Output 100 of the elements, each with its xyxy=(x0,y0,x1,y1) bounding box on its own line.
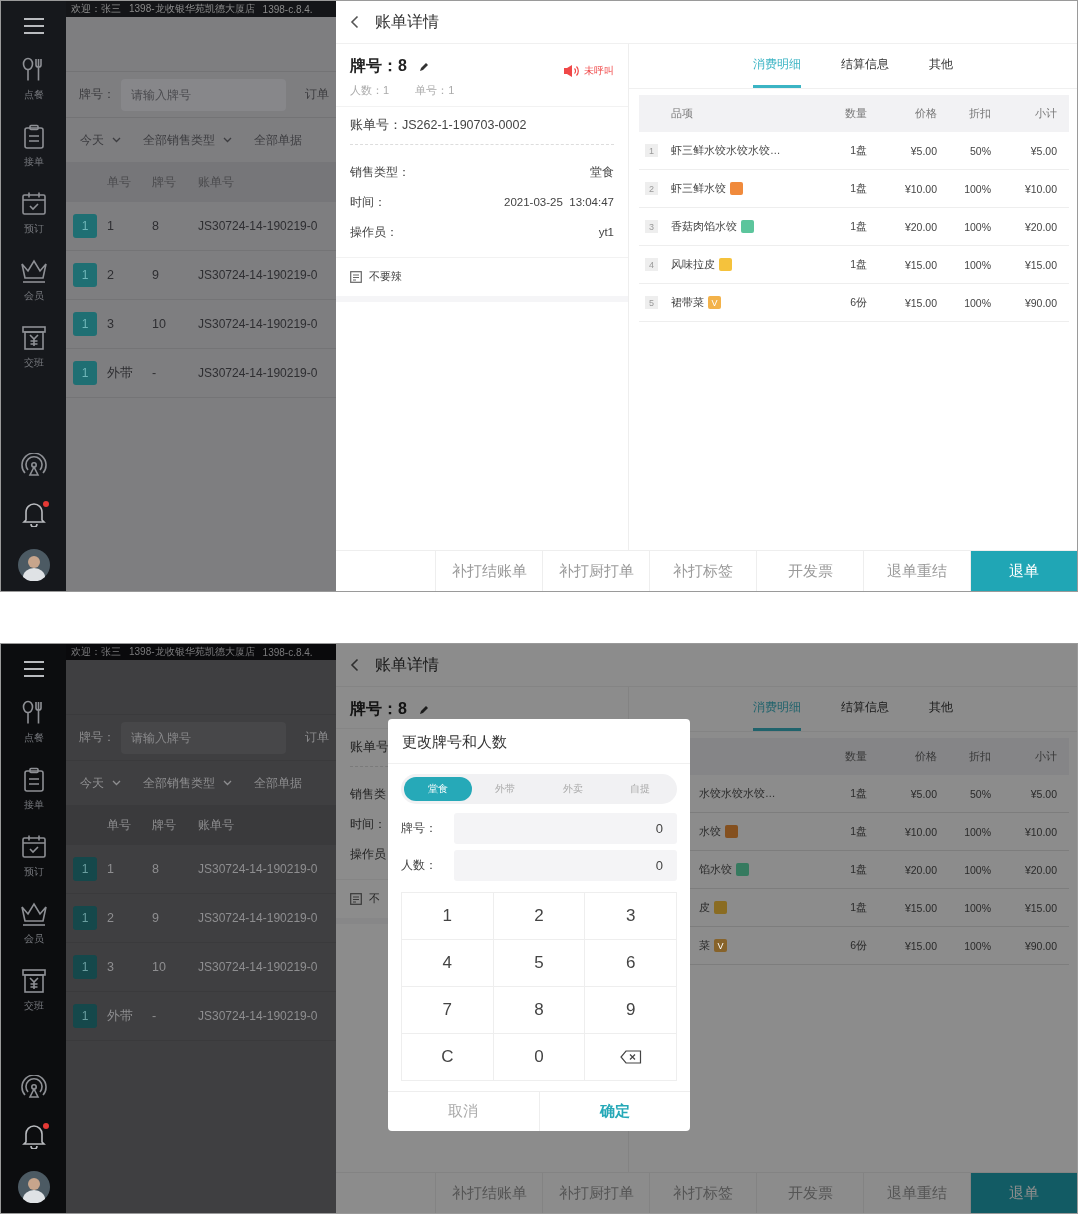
nav-item[interactable]: 预订 xyxy=(20,191,47,236)
keypad-key[interactable]: 3 xyxy=(585,893,677,940)
bell-icon xyxy=(21,501,46,527)
avatar-button[interactable] xyxy=(17,1171,50,1203)
speaker-icon xyxy=(563,64,581,78)
sale-type-option[interactable]: 堂食 xyxy=(404,777,472,801)
info-label: 时间： xyxy=(350,816,386,832)
tab[interactable]: 结算信息 xyxy=(841,687,889,731)
nav-item[interactable]: 点餐 xyxy=(20,57,47,102)
pencil-icon xyxy=(418,61,429,72)
sale-type-option[interactable]: 外卖 xyxy=(539,777,607,801)
filter-dropdown[interactable]: 今天 xyxy=(80,774,121,792)
order-row[interactable]: 1 2 9 JS30724-14-190219-0 xyxy=(66,894,336,943)
back-button[interactable] xyxy=(348,656,361,674)
confirm-button[interactable]: 确定 xyxy=(539,1092,690,1131)
keypad-key[interactable]: 5 xyxy=(493,940,586,987)
table-cell-text: JS30724-14-190219-0 xyxy=(198,366,319,380)
column-header: 小计 xyxy=(1034,749,1057,764)
notification-button[interactable] xyxy=(21,501,46,527)
filter-dropdown[interactable]: 全部销售类型 xyxy=(143,131,232,149)
count-badge: 1 xyxy=(73,361,97,385)
table-cell-text: 3 xyxy=(107,960,115,974)
keypad-key[interactable]: 6 xyxy=(585,940,677,987)
sale-type-option[interactable]: 外带 xyxy=(471,777,539,801)
order-row[interactable]: 1 1 8 JS30724-14-190219-0 xyxy=(66,845,336,894)
order-row[interactable]: 1 2 9 JS30724-14-190219-0 xyxy=(66,251,336,300)
count-badge: 1 xyxy=(73,214,97,238)
action-button[interactable]: 开发票 xyxy=(756,551,863,591)
input-field[interactable]: 0 xyxy=(454,850,677,881)
dialog-title: 更改牌号和人数 xyxy=(388,719,690,764)
keypad-key[interactable]: C xyxy=(402,1034,494,1081)
table-cell-text: JS30724-14-190219-0 xyxy=(198,1009,319,1023)
table-cell-text: 1盘 xyxy=(849,900,867,915)
store-name: 1398-龙收银华苑凯德大厦店 xyxy=(129,2,255,16)
call-status-text: 未呼叫 xyxy=(584,64,614,78)
order-row[interactable]: 1 3 10 JS30724-14-190219-0 xyxy=(66,300,336,349)
backspace-icon xyxy=(619,1050,642,1064)
plate-search-field[interactable]: 请输入牌号 xyxy=(121,721,286,754)
nav-item[interactable]: 点餐 xyxy=(20,700,47,745)
info-value: 堂食 xyxy=(590,164,614,180)
table-cell-text: 10 xyxy=(152,317,167,331)
nav-item[interactable]: 预订 xyxy=(20,834,47,879)
tab[interactable]: 消费明细 xyxy=(753,44,801,88)
order-row[interactable]: 1 外带 - JS30724-14-190219-0 xyxy=(66,349,336,398)
nav-item[interactable]: 交班 xyxy=(20,325,47,370)
cancel-button[interactable]: 取消 xyxy=(388,1092,540,1131)
action-button[interactable]: 退单 xyxy=(970,1173,1077,1213)
tab[interactable]: 消费明细 xyxy=(753,687,801,731)
bill-number: 账单号：JS262-1-190703-0002 xyxy=(350,117,614,145)
order-row[interactable]: 1 外带 - JS30724-14-190219-0 xyxy=(66,992,336,1041)
nav-item[interactable]: 接单 xyxy=(20,124,47,169)
keypad-key[interactable]: 1 xyxy=(402,893,494,940)
tab[interactable]: 其他 xyxy=(929,687,953,731)
sale-type-option[interactable]: 自提 xyxy=(606,777,674,801)
order-row[interactable]: 1 3 10 JS30724-14-190219-0 xyxy=(66,943,336,992)
filter-dropdown[interactable]: 全部单据 xyxy=(254,774,302,792)
action-button[interactable]: 补打结账单 xyxy=(435,551,542,591)
menu-icon xyxy=(22,660,45,678)
filter-dropdown[interactable]: 今天 xyxy=(80,131,121,149)
nav-item[interactable]: 会员 xyxy=(19,901,48,946)
store-name: 1398-龙收银华苑凯德大厦店 xyxy=(129,645,255,659)
order-note: 不 xyxy=(369,892,380,906)
action-button[interactable]: 退单 xyxy=(970,551,1077,591)
edit-button[interactable] xyxy=(418,704,429,715)
nav-item[interactable]: 交班 xyxy=(20,968,47,1013)
notification-button[interactable] xyxy=(21,1123,46,1149)
keypad-key[interactable]: 2 xyxy=(493,893,586,940)
filter-dropdown[interactable]: 全部单据 xyxy=(254,131,302,149)
keypad-key[interactable]: 7 xyxy=(402,987,494,1034)
tab[interactable]: 结算信息 xyxy=(841,44,889,88)
version-text: 1398-c.8.4. xyxy=(262,646,313,658)
action-button[interactable]: 补打厨打单 xyxy=(542,551,649,591)
nav-item[interactable]: 会员 xyxy=(19,258,48,303)
keypad-key[interactable]: 8 xyxy=(493,987,586,1034)
table-cell-text: 2 xyxy=(107,911,115,925)
welcome-text: 欢迎：张三 xyxy=(71,645,121,659)
input-field[interactable]: 0 xyxy=(454,813,677,844)
edit-button[interactable] xyxy=(418,61,429,72)
plate-label: 牌号： xyxy=(79,86,115,103)
avatar-button[interactable] xyxy=(17,549,50,581)
table-cell-text: JS30724-14-190219-0 xyxy=(198,268,319,282)
tab[interactable]: 其他 xyxy=(929,44,953,88)
keypad-key[interactable] xyxy=(585,1034,677,1081)
broadcast-button[interactable] xyxy=(20,1075,47,1101)
info-label: 销售类型： xyxy=(350,164,410,180)
table-cell-text: 1盘 xyxy=(849,824,867,839)
keypad-key[interactable]: 0 xyxy=(493,1034,586,1081)
back-button[interactable] xyxy=(348,13,361,31)
calendar-check-icon xyxy=(20,834,47,860)
broadcast-button[interactable] xyxy=(20,453,47,479)
table-cell-text: ¥20.00 xyxy=(903,220,937,233)
filter-dropdown[interactable]: 全部销售类型 xyxy=(143,774,232,792)
order-row[interactable]: 1 1 8 JS30724-14-190219-0 xyxy=(66,202,336,251)
action-button[interactable]: 补打标签 xyxy=(649,551,756,591)
table-cell-text: ¥5.00 xyxy=(909,144,937,157)
keypad-key[interactable]: 9 xyxy=(585,987,677,1034)
nav-item[interactable]: 接单 xyxy=(20,767,47,812)
keypad-key[interactable]: 4 xyxy=(402,940,494,987)
table-cell-text: ¥10.00 xyxy=(903,182,937,195)
column-header: 账单号 xyxy=(198,816,235,834)
